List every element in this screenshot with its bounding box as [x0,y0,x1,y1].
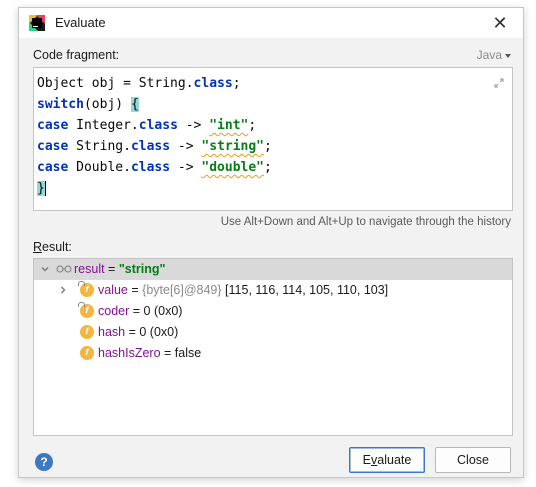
code-token: "double" [201,160,265,175]
field-value: 0 (0x0) [139,325,179,339]
code-token: String. [68,139,131,154]
result-root-eq: = [104,262,119,276]
code-fragment-label: Code fragment: [33,48,120,62]
result-root-text: result = "string" [74,259,165,280]
field-icon: f [80,325,94,339]
code-token: class [130,160,171,175]
field-icon: f [80,346,94,360]
field-text: hash = 0 (0x0) [98,322,178,343]
evaluate-label-rest: aluate [377,453,412,467]
code-token: ; [264,139,272,154]
result-label-rest: esult: [42,240,72,254]
title-bar: Evaluate ✕ [19,8,523,38]
code-token: (obj) [83,97,131,112]
code-token: -> [170,160,202,175]
code-token: } [37,181,45,196]
code-token: { [130,97,139,112]
close-window-button[interactable]: ✕ [487,10,513,36]
code-token: Double. [68,160,131,175]
history-hint: Use Alt+Down and Alt+Up to navigate thro… [220,216,511,228]
field-eq: = [127,283,143,297]
result-label-mnemonic: R [33,240,43,254]
result-root-row[interactable]: result = "string" [34,259,512,280]
field-eq: = [125,325,140,339]
field-name: coder [98,304,130,318]
field-value: [115, 116, 114, 105, 110, 103] [225,283,389,297]
code-token: class [193,76,233,91]
text-caret [44,181,46,196]
code-token: case [37,118,69,133]
code-token: -> [170,139,202,154]
code-line: case Integer.class -> "int"; [37,115,256,136]
code-token: ; [264,160,272,175]
code-line: switch(obj) { [37,94,139,115]
help-icon[interactable]: ? [35,453,53,471]
tree-row-field[interactable]: f hashIsZero = false [34,343,512,364]
chevron-down-icon [505,53,511,58]
code-editor[interactable]: Object obj = String.class; switch(obj) {c… [33,67,513,211]
code-line: case String.class -> "string"; [37,136,272,157]
code-token: Object obj = String. [37,76,194,91]
code-line: case Double.class -> "double"; [37,157,272,178]
language-label: Java [476,48,502,62]
code-line: } [37,178,46,199]
field-eq: = [129,304,144,318]
evaluate-label-prefix: E [362,453,372,467]
code-token: Integer. [68,118,139,133]
field-eq: = [160,346,175,360]
code-token: class [138,118,178,133]
tree-row-field[interactable]: f value = {byte[6]@849} [115, 116, 114, 1… [34,280,512,301]
language-selector[interactable]: Java [477,48,511,62]
field-text: value = {byte[6]@849} [115, 116, 114, 10… [98,280,388,301]
window-title: Evaluate [55,15,106,30]
field-name: hash [98,325,126,339]
tree-row-field[interactable]: f coder = 0 (0x0) [34,301,512,322]
result-label: Result: [33,240,72,254]
final-lock-icon [78,281,85,286]
code-token: ; [248,118,257,133]
field-text: coder = 0 (0x0) [98,301,182,322]
code-token: -> [177,118,210,133]
evaluate-dialog: Evaluate ✕ Code fragment: Java Object ob… [18,7,524,478]
final-lock-icon [78,302,85,307]
evaluate-button[interactable]: Evaluate [349,447,425,473]
field-name: hashIsZero [98,346,161,360]
code-token: ; [232,76,241,91]
result-root-name: result [74,262,105,276]
code-token: switch [37,97,84,112]
code-token: case [37,160,69,175]
code-token: "int" [209,118,249,133]
field-value: false [174,346,202,360]
code-line: Object obj = String.class; [37,73,241,94]
field-name: value [98,283,128,297]
expand-editor-icon[interactable] [494,78,504,88]
watch-glasses-icon [56,265,72,273]
result-tree[interactable]: result = "string" f value = {byte[6]@849}… [33,258,513,436]
chevron-right-icon[interactable] [58,285,68,295]
result-root-value: "string" [118,262,166,276]
code-token: case [37,139,69,154]
code-token: "string" [201,139,265,154]
field-value: 0 (0x0) [143,304,183,318]
field-type-hint: {byte[6]@849} [142,283,226,297]
close-button[interactable]: Close [435,447,511,473]
field-text: hashIsZero = false [98,343,201,364]
tree-row-field[interactable]: f hash = 0 (0x0) [34,322,512,343]
intellij-app-icon [29,15,45,31]
chevron-down-icon[interactable] [40,264,50,274]
code-token: class [130,139,171,154]
